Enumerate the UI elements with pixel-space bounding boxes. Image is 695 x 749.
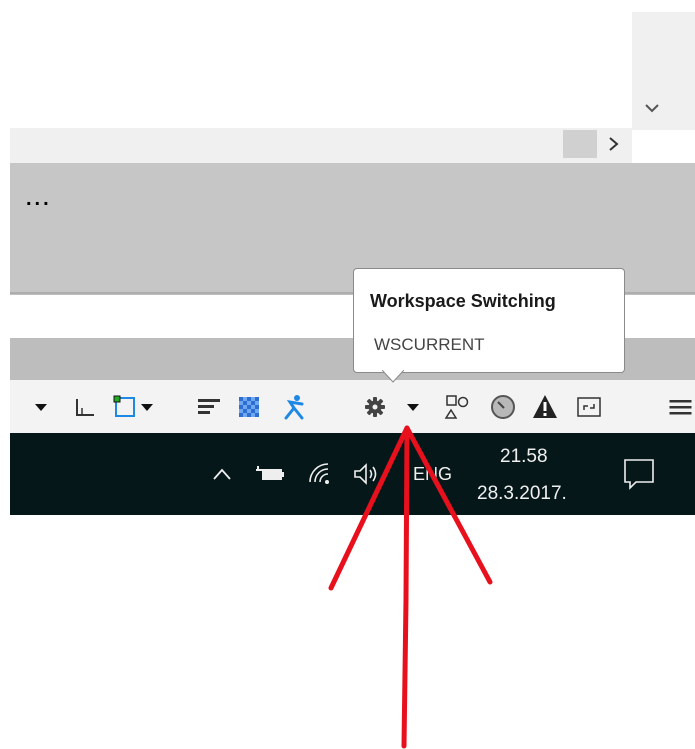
workspace-gear-icon[interactable] xyxy=(362,392,388,422)
horizontal-scrollbar[interactable] xyxy=(10,128,632,163)
action-center-icon[interactable] xyxy=(622,456,656,492)
workspace-switching-tooltip: Workspace Switching WSCURRENT xyxy=(353,268,625,373)
dropdown-arrow-icon[interactable] xyxy=(134,392,160,422)
annotation-scale-icon[interactable] xyxy=(282,392,308,422)
battery-icon[interactable] xyxy=(254,462,286,486)
clock-date[interactable]: 28.3.2017. xyxy=(477,483,567,505)
customization-menu-icon[interactable] xyxy=(666,392,695,422)
tooltip-command: WSCURRENT xyxy=(374,335,485,354)
tooltip-pointer xyxy=(382,370,404,383)
scrollbar-thumb[interactable] xyxy=(563,130,597,158)
ortho-mode-icon[interactable] xyxy=(72,392,98,422)
more-options[interactable]: ... xyxy=(26,188,52,211)
fullscreen-icon[interactable] xyxy=(576,392,602,422)
clock-time[interactable]: 21.58 xyxy=(500,446,548,468)
language-indicator[interactable]: ENG xyxy=(413,464,452,485)
warning-icon[interactable] xyxy=(532,392,558,422)
lineweight-icon[interactable] xyxy=(196,392,222,422)
isolate-objects-icon[interactable] xyxy=(444,392,470,422)
hardware-acceleration-icon[interactable] xyxy=(490,392,516,422)
chevron-up-icon[interactable] xyxy=(210,462,234,486)
chevron-down-icon[interactable] xyxy=(640,98,664,120)
chevron-right-icon[interactable] xyxy=(602,134,626,154)
tooltip-title: Workspace Switching xyxy=(370,291,556,311)
dropdown-arrow-icon[interactable] xyxy=(28,392,54,422)
dropdown-arrow-icon[interactable] xyxy=(400,392,426,422)
volume-icon[interactable] xyxy=(352,460,382,488)
wifi-icon[interactable] xyxy=(306,460,336,488)
transparency-icon[interactable] xyxy=(236,392,262,422)
